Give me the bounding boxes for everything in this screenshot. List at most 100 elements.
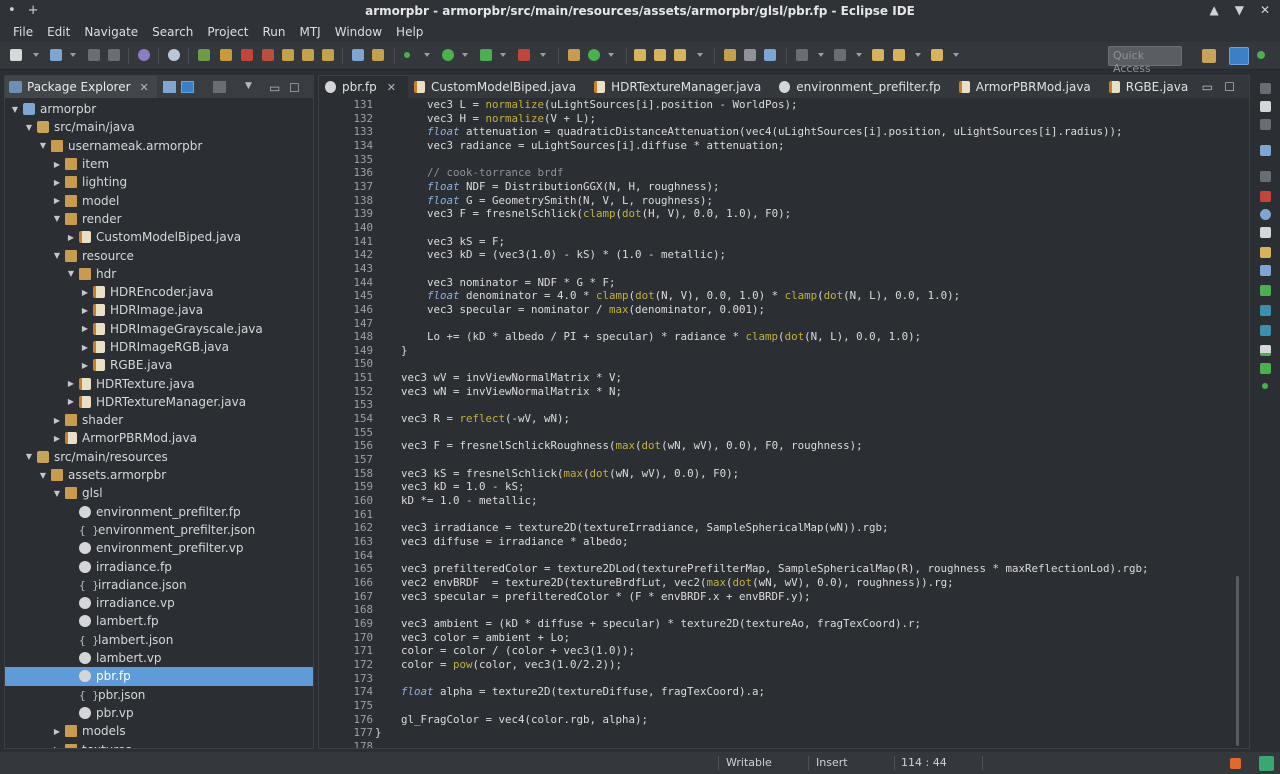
back-dropdown-icon[interactable] (915, 53, 921, 57)
tree-item[interactable]: irradiance.fp (5, 557, 313, 575)
tree-item[interactable]: ▼ render (5, 210, 313, 228)
expanded-arrow-icon[interactable]: ▼ (51, 489, 63, 498)
previous-annotation-icon[interactable] (834, 49, 846, 61)
tree-item[interactable]: ▼ resource (5, 246, 313, 264)
code-editor[interactable]: 131 vec3 L = normalize(uLightSources[i].… (319, 98, 1249, 748)
disconnect-icon[interactable] (262, 49, 274, 61)
back-icon[interactable] (893, 49, 905, 61)
minimize-view-icon[interactable]: ▭ (269, 81, 282, 95)
tree-item[interactable]: ▶ HDREncoder.java (5, 283, 313, 301)
tree-item[interactable]: ▼ hdr (5, 265, 313, 283)
tree-item[interactable]: ▶ model (5, 191, 313, 209)
save-all-icon[interactable] (108, 49, 120, 61)
suspend-icon[interactable] (220, 49, 232, 61)
close-icon[interactable]: ✕ (140, 81, 149, 94)
search-view-icon[interactable] (1260, 247, 1271, 258)
drop-to-frame-icon[interactable] (352, 49, 364, 61)
resume-icon[interactable] (198, 49, 210, 61)
tree-item[interactable]: pbr.fp (5, 667, 313, 686)
expanded-arrow-icon[interactable]: ▼ (9, 105, 21, 114)
quick-access-field[interactable]: Quick Access (1108, 46, 1182, 75)
link-with-editor-icon[interactable] (181, 81, 194, 93)
tree-item[interactable]: ▶ CustomModelBiped.java (5, 228, 313, 246)
tree-item[interactable]: ▼ usernameak.armorpbr (5, 137, 313, 155)
editor-tab-rgbe[interactable]: RGBE.java (1103, 76, 1200, 98)
menu-window[interactable]: Window (328, 25, 389, 39)
expanded-arrow-icon[interactable]: ▼ (23, 123, 35, 132)
tree-item[interactable]: ▶ lighting (5, 173, 313, 191)
maximize-view-icon[interactable]: ☐ (289, 81, 302, 95)
package-explorer-tab[interactable]: Package Explorer ✕ (5, 76, 157, 98)
menu-navigate[interactable]: Navigate (77, 25, 145, 39)
tree-item[interactable]: ▶ HDRImage.java (5, 301, 313, 319)
collapsed-arrow-icon[interactable]: ▶ (51, 434, 63, 443)
close-button[interactable]: ✕ (1260, 3, 1270, 17)
expanded-arrow-icon[interactable]: ▼ (51, 214, 63, 223)
coverage-view-icon[interactable] (1260, 345, 1271, 356)
collapsed-arrow-icon[interactable]: ▶ (79, 343, 91, 352)
progress-icon[interactable] (1260, 285, 1271, 296)
collapsed-arrow-icon[interactable]: ▶ (51, 160, 63, 169)
console-icon[interactable] (1260, 265, 1271, 276)
tree-item[interactable]: ▶ RGBE.java (5, 356, 313, 374)
editor-tab-pbr-fp[interactable]: pbr.fp ✕ (319, 76, 408, 98)
collapsed-arrow-icon[interactable]: ▶ (51, 745, 63, 748)
tree-item[interactable]: { } irradiance.json (5, 576, 313, 594)
toggle-block-selection-icon[interactable] (744, 49, 756, 61)
skip-breakpoints-icon[interactable] (168, 49, 180, 61)
editor-tab-environment-prefilter[interactable]: environment_prefilter.fp (773, 76, 953, 98)
tree-item[interactable]: ▼ assets.armorpbr (5, 466, 313, 484)
maximize-button[interactable]: ▼ (1235, 3, 1244, 17)
collapsed-arrow-icon[interactable]: ▶ (79, 361, 91, 370)
tree-item[interactable]: ▶ HDRTexture.java (5, 374, 313, 392)
tree-item[interactable]: ▶ item (5, 155, 313, 173)
minimize-editor-icon[interactable]: ▭ (1202, 80, 1213, 94)
focus-on-active-task-icon[interactable] (213, 81, 226, 93)
collapsed-arrow-icon[interactable]: ▶ (65, 233, 77, 242)
tree-item[interactable]: ▼ glsl (5, 484, 313, 502)
menu-help[interactable]: Help (389, 25, 430, 39)
view-menu-icon[interactable]: ▼ (245, 81, 258, 93)
maximize-editor-icon[interactable]: ☐ (1224, 80, 1235, 94)
search-dropdown-icon[interactable] (697, 53, 703, 57)
collapsed-arrow-icon[interactable]: ▶ (51, 416, 63, 425)
open-icon[interactable] (50, 49, 62, 61)
save-icon[interactable] (88, 49, 100, 61)
menu-mtj[interactable]: MTJ (292, 25, 327, 39)
declaration-icon[interactable] (1260, 227, 1271, 238)
tree-item[interactable]: ▶ HDRImageRGB.java (5, 338, 313, 356)
open-task-icon[interactable] (654, 49, 666, 61)
editor-tab-armorpbrmod[interactable]: ArmorPBRMod.java (953, 76, 1103, 98)
tree-item[interactable]: lambert.fp (5, 612, 313, 630)
new-dropdown-icon[interactable] (33, 53, 39, 57)
external-tools-dropdown-icon[interactable] (540, 53, 546, 57)
tree-item[interactable]: ▶ models (5, 722, 313, 740)
new-class-dropdown-icon[interactable] (608, 53, 614, 57)
tree-item[interactable]: ▶ textures (5, 740, 313, 748)
forward-icon[interactable] (931, 49, 943, 61)
minimize-button[interactable]: ▲ (1209, 3, 1218, 17)
collapsed-arrow-icon[interactable]: ▶ (65, 379, 77, 388)
tree-item[interactable]: pbr.vp (5, 704, 313, 722)
outline-icon[interactable] (1260, 101, 1271, 112)
debug-perspective-icon[interactable] (1257, 51, 1265, 59)
call-hierarchy-icon[interactable] (1260, 325, 1271, 336)
open-perspective-icon[interactable] (1202, 49, 1216, 63)
expanded-arrow-icon[interactable]: ▼ (23, 452, 35, 461)
tree-item[interactable]: { } pbr.json (5, 686, 313, 704)
new-java-class-icon[interactable] (588, 49, 600, 61)
step-return-icon[interactable] (322, 49, 334, 61)
coverage-icon[interactable] (480, 49, 492, 61)
collapsed-arrow-icon[interactable]: ▶ (51, 178, 63, 187)
expanded-arrow-icon[interactable]: ▼ (37, 471, 49, 480)
collapsed-arrow-icon[interactable]: ▶ (79, 306, 91, 315)
new-file-icon[interactable] (10, 49, 22, 61)
window-menu-dot-icon[interactable]: • (8, 3, 16, 18)
collapsed-arrow-icon[interactable]: ▶ (51, 727, 63, 736)
java-perspective-icon[interactable] (1229, 47, 1249, 65)
forward-dropdown-icon[interactable] (953, 53, 959, 57)
use-step-filters-icon[interactable] (372, 49, 384, 61)
menu-file[interactable]: File (6, 25, 40, 39)
collapsed-arrow-icon[interactable]: ▶ (79, 324, 91, 333)
previous-annotation-dropdown-icon[interactable] (856, 53, 862, 57)
